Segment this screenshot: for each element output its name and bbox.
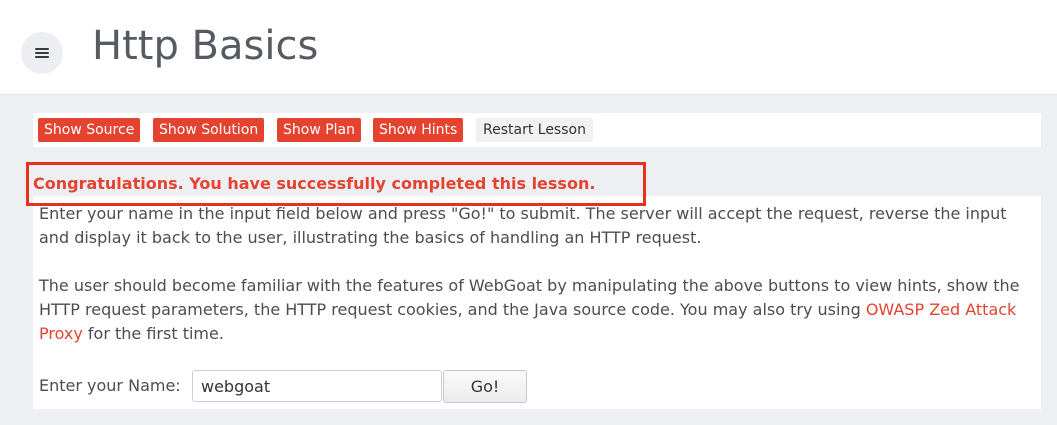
show-solution-button[interactable]: Show Solution <box>153 118 265 142</box>
paragraph-text-after-link: for the first time. <box>82 324 224 343</box>
lesson-paragraph-intro: Enter your name in the input field below… <box>39 204 1007 247</box>
name-input[interactable] <box>192 370 442 402</box>
restart-lesson-button[interactable]: Restart Lesson <box>476 118 593 142</box>
page-header: Http Basics <box>0 0 1057 95</box>
lesson-toolbar: Show Source Show Solution Show Plan Show… <box>33 113 1041 147</box>
success-message: Congratulations. You have successfully c… <box>33 174 596 193</box>
show-hints-button[interactable]: Show Hints <box>373 118 464 142</box>
hamburger-icon <box>35 47 49 59</box>
lesson-paragraph-features: The user should become familiar with the… <box>39 274 1029 346</box>
show-plan-button[interactable]: Show Plan <box>277 118 362 142</box>
page-title: Http Basics <box>92 23 319 69</box>
menu-toggle-button[interactable] <box>21 32 63 74</box>
name-field-label: Enter your Name: <box>39 376 181 395</box>
go-button[interactable]: Go! <box>443 370 527 403</box>
show-source-button[interactable]: Show Source <box>38 118 141 142</box>
